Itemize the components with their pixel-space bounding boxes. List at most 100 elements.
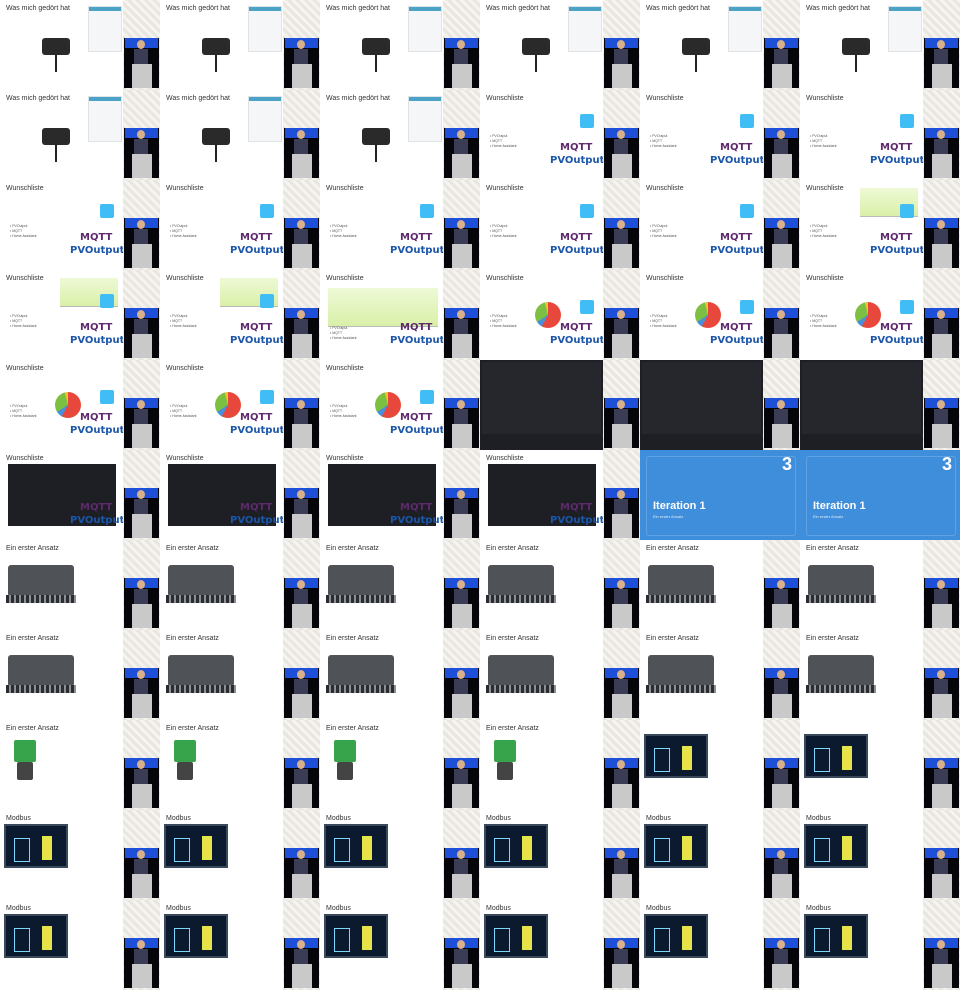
slide-thumbnail[interactable]: Wunschliste MQTT PVOutput PVOutputMQTTHome … xyxy=(480,90,640,180)
solar-inverter-image xyxy=(166,655,236,693)
slide-thumbnail[interactable]: Ein erster Ansatz xyxy=(320,630,480,720)
slide-thumbnail[interactable]: Wunschliste MQTT PVOutput PVOutputMQTTHome … xyxy=(160,360,320,450)
slide-content: Ein erster Ansatz xyxy=(800,630,923,720)
oscilloscope-image xyxy=(4,824,68,868)
speaker-body xyxy=(134,49,148,65)
slide-thumbnail[interactable] xyxy=(800,360,960,450)
home-assistant-icon xyxy=(100,390,114,404)
slide-thumbnail[interactable]: Wunschliste MQTT PVOutput PVOutputMQTTHome … xyxy=(0,360,160,450)
slide-thumbnail[interactable]: Ein erster Ansatz xyxy=(320,720,480,810)
slide-thumbnail[interactable]: Ein erster Ansatz xyxy=(0,540,160,630)
podium xyxy=(132,604,152,628)
slide-thumbnail[interactable]: Wunschliste MQTT PVOutput PVOutputMQTTHome … xyxy=(320,180,480,270)
slide-thumbnail[interactable]: Wunschliste MQTT PVOutput PVOutputMQTTHome … xyxy=(320,360,480,450)
slide-thumbnail[interactable]: Ein erster Ansatz xyxy=(480,540,640,630)
slide-thumbnail[interactable]: Modbus xyxy=(160,900,320,990)
slide-thumbnail[interactable]: Was mich gedört hat xyxy=(160,0,320,90)
speaker-body xyxy=(934,949,948,965)
slide-thumbnail[interactable]: Modbus xyxy=(800,810,960,900)
slide-thumbnail[interactable]: Wunschliste MQTT PVOutput PVOutputMQTTHome … xyxy=(0,180,160,270)
slide-content: Was mich gedört hat xyxy=(0,0,123,90)
slide-thumbnail[interactable] xyxy=(480,360,640,450)
slide-content: Ein erster Ansatz xyxy=(640,630,763,720)
slide-title: Modbus xyxy=(6,815,31,822)
sensor-device xyxy=(682,38,710,72)
slide-thumbnail[interactable]: Modbus xyxy=(0,810,160,900)
slide-thumbnail[interactable]: Ein erster Ansatz xyxy=(480,630,640,720)
slide-title: Wunschliste xyxy=(646,275,684,282)
slide-thumbnail[interactable]: Ein erster Ansatz xyxy=(320,540,480,630)
ui-panel xyxy=(88,96,122,142)
slide-thumbnail[interactable]: Ein erster Ansatz xyxy=(800,540,960,630)
slide-thumbnail[interactable]: Wunschliste MQTT PVOutput PVOutputMQTTHome … xyxy=(800,270,960,360)
slide-thumbnail[interactable]: Wunschliste MQTT PVOutput PVOutputMQTTHome … xyxy=(800,90,960,180)
slide-thumbnail[interactable]: Modbus xyxy=(0,900,160,990)
slide-thumbnail[interactable]: Ein erster Ansatz xyxy=(160,630,320,720)
speaker-head xyxy=(777,670,785,679)
slide-thumbnail[interactable]: Modbus xyxy=(800,900,960,990)
slide-thumbnail[interactable] xyxy=(640,720,800,810)
slide-thumbnail[interactable]: Ein erster Ansatz xyxy=(160,720,320,810)
slide-thumbnail[interactable]: Modbus xyxy=(320,810,480,900)
home-assistant-icon xyxy=(420,204,434,218)
slide-thumbnail[interactable] xyxy=(800,720,960,810)
speaker-video xyxy=(283,810,320,900)
slide-thumbnail[interactable] xyxy=(640,360,800,450)
slide-thumbnail[interactable]: Wunschliste MQTT PVOutput xyxy=(0,450,160,540)
speaker-body xyxy=(614,949,628,965)
slide-thumbnail[interactable]: Wunschliste MQTT PVOutput xyxy=(480,450,640,540)
slide-thumbnail[interactable]: Wunschliste MQTT PVOutput PVOutputMQTTHome … xyxy=(0,270,160,360)
slide-thumbnail[interactable]: Wunschliste MQTT PVOutput PVOutputMQTTHome … xyxy=(160,270,320,360)
slide-thumbnail[interactable]: Ein erster Ansatz xyxy=(800,630,960,720)
home-assistant-icon xyxy=(260,204,274,218)
slide-thumbnail[interactable]: Wunschliste MQTT PVOutput PVOutputMQTTHome … xyxy=(160,180,320,270)
bullet-list: PVOutputMQTTHome Assistant xyxy=(490,314,516,329)
pvoutput-logo: PVOutput xyxy=(390,335,443,346)
slide-thumbnail[interactable]: Ein erster Ansatz xyxy=(640,630,800,720)
pvoutput-logo: PVOutput xyxy=(70,515,123,526)
slide-thumbnail[interactable]: Wunschliste MQTT PVOutput PVOutputMQTTHome … xyxy=(640,270,800,360)
speaker-head xyxy=(617,130,625,139)
slide-thumbnail[interactable]: Wunschliste MQTT PVOutput PVOutputMQTTHome … xyxy=(320,270,480,360)
podium xyxy=(292,244,312,268)
slide-thumbnail[interactable]: Ein erster Ansatz xyxy=(640,540,800,630)
slide-thumbnail[interactable]: Ein erster Ansatz xyxy=(0,720,160,810)
slide-thumbnail[interactable]: Modbus xyxy=(480,900,640,990)
slide-thumbnail[interactable]: Modbus xyxy=(320,900,480,990)
slide-thumbnail[interactable]: Was mich gedört hat xyxy=(0,0,160,90)
slide-thumbnail[interactable]: Was mich gedört hat xyxy=(160,90,320,180)
slide-thumbnail[interactable]: Wunschliste MQTT PVOutput xyxy=(320,450,480,540)
slide-thumbnail[interactable]: Wunschliste MQTT PVOutput PVOutputMQTTHome … xyxy=(800,180,960,270)
speaker-head xyxy=(297,760,305,769)
slide-thumbnail[interactable]: Was mich gedört hat xyxy=(480,0,640,90)
slide-title: Modbus xyxy=(486,815,511,822)
slide-thumbnail[interactable]: Wunschliste MQTT PVOutput PVOutputMQTTHome … xyxy=(640,90,800,180)
slide-thumbnail[interactable]: Modbus xyxy=(160,810,320,900)
slide-thumbnail[interactable]: Modbus xyxy=(480,810,640,900)
podium xyxy=(292,874,312,898)
slide-thumbnail[interactable]: Modbus xyxy=(640,900,800,990)
speaker-video xyxy=(763,0,800,90)
speaker-body xyxy=(454,769,468,785)
slide-thumbnail[interactable]: Wunschliste MQTT PVOutput PVOutputMQTTHome … xyxy=(640,180,800,270)
slide-thumbnail[interactable]: Wunschliste MQTT PVOutput xyxy=(160,450,320,540)
pvoutput-logo: PVOutput xyxy=(870,155,923,166)
slide-title: Wunschliste xyxy=(166,275,204,282)
slide-thumbnail[interactable]: Was mich gedört hat xyxy=(320,90,480,180)
slide-thumbnail[interactable]: Ein erster Ansatz xyxy=(480,720,640,810)
ui-panel xyxy=(88,6,122,52)
slide-thumbnail[interactable]: Was mich gedört hat xyxy=(0,90,160,180)
slide-thumbnail[interactable]: Wunschliste MQTT PVOutput PVOutputMQTTHome … xyxy=(480,270,640,360)
slide-thumbnail[interactable]: Wunschliste MQTT PVOutput PVOutputMQTTHome … xyxy=(480,180,640,270)
slide-thumbnail[interactable]: Was mich gedört hat xyxy=(320,0,480,90)
pvoutput-logo: PVOutput xyxy=(230,335,283,346)
slide-thumbnail[interactable]: Was mich gedört hat xyxy=(640,0,800,90)
slide-thumbnail[interactable]: 3 Iteration 1 Ein erster Ansatz xyxy=(800,450,960,540)
slide-thumbnail[interactable]: Was mich gedört hat xyxy=(800,0,960,90)
speaker-head xyxy=(137,490,145,499)
podium xyxy=(292,334,312,358)
slide-thumbnail[interactable]: 3 Iteration 1 Ein erster Ansatz xyxy=(640,450,800,540)
slide-thumbnail[interactable]: Ein erster Ansatz xyxy=(160,540,320,630)
slide-thumbnail[interactable]: Modbus xyxy=(640,810,800,900)
slide-thumbnail[interactable]: Ein erster Ansatz xyxy=(0,630,160,720)
